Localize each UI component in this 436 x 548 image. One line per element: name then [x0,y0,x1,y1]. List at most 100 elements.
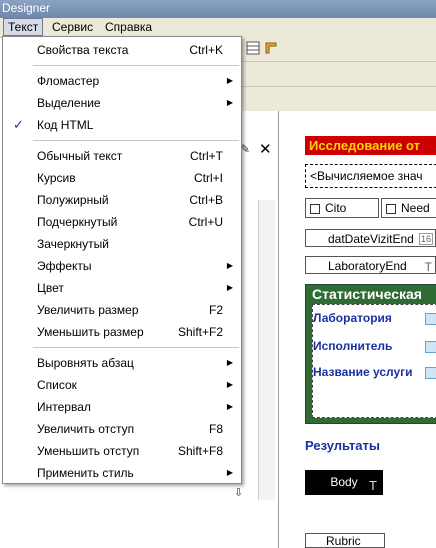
menu-item[interactable]: Увеличить размер F2 [3,299,241,321]
cito-label: Cito [325,201,347,215]
menu-separator [33,140,239,141]
window-title: Designer [2,1,51,15]
stat-field-bar[interactable] [425,367,436,379]
menu-item[interactable]: Свойства текста Ctrl+K [3,39,241,61]
toolbar-row-2 [240,62,436,87]
submenu-arrow-icon: ▶ [226,98,233,107]
rubric-field[interactable]: Rubric [305,533,385,548]
menu-item[interactable]: Курсив Ctrl+I [3,167,241,189]
menu-item[interactable]: Фломастер ▶ [3,70,241,92]
menu-item[interactable]: Увеличить отступ F8 [3,418,241,440]
menu-separator [33,65,239,66]
menu-item[interactable]: Подчеркнутый Ctrl+U [3,211,241,233]
submenu-arrow-icon: ▶ [226,76,233,85]
submenu-arrow-icon: ▶ [226,402,233,411]
body-field-label: Body [330,475,358,489]
menu-help[interactable]: Справка [101,19,156,35]
menu-item[interactable]: Зачеркнутый [3,233,241,255]
expression-field[interactable]: <Вычисляемое знач [305,164,436,188]
text-type-icon: T [369,478,377,493]
menu-item[interactable]: Эффекты ▶ [3,255,241,277]
grid-icon[interactable] [246,41,260,55]
menu-item-shortcut: F8 [208,422,223,436]
menu-service[interactable]: Сервис [48,19,97,35]
menu-item-label: Интервал [37,400,91,414]
menu-item[interactable]: Полужирный Ctrl+B [3,189,241,211]
scroll-down-icon[interactable]: ⇩ [234,486,243,499]
statistics-title: Статистическая [312,286,422,302]
menu-item[interactable]: Применить стиль ▶ [3,462,241,484]
menu-item[interactable]: Выделение ▶ [3,92,241,114]
date-field[interactable]: datDateVizitEnd 16 [305,229,436,247]
menu-item-shortcut: Ctrl+U [188,215,223,229]
menu-item-label: Выделение [37,96,101,110]
menu-separator [33,347,239,348]
menu-item-label: Фломастер [37,74,100,88]
menu-item-label: Свойства текста [37,43,129,57]
menu-item-shortcut: Ctrl+K [189,43,223,57]
menu-item-label: Уменьшить отступ [37,444,140,458]
cito-checkbox[interactable]: Cito [305,198,379,218]
stat-label-executor[interactable]: Исполнитель [313,339,392,353]
body-field[interactable]: Body T [305,470,383,495]
menu-item-shortcut: F2 [208,303,223,317]
results-label[interactable]: Результаты [305,438,380,453]
stat-label-service[interactable]: Название услуги [313,365,413,379]
stat-label-laboratory[interactable]: Лаборатория [313,311,392,325]
menu-item-label: Эффекты [37,259,92,273]
menu-item[interactable]: Цвет ▶ [3,277,241,299]
menu-item[interactable]: Список ▶ [3,374,241,396]
menu-item-label: Уменьшить размер [37,325,144,339]
menu-item-label: Увеличить размер [37,303,139,317]
submenu-arrow-icon: ▶ [226,283,233,292]
submenu-arrow-icon: ▶ [226,261,233,270]
menu-item-label: Выровнять абзац [37,356,134,370]
menu-item-label: Цвет [37,281,64,295]
menu-text[interactable]: Текст [3,18,44,36]
text-menu-dropdown: Свойства текста Ctrl+K Фломастер ▶ Выделение… [2,36,242,484]
need-checkbox[interactable]: Need [381,198,436,218]
left-panel-scrollbar[interactable] [258,200,275,500]
text-type-icon: T [424,260,432,274]
menu-item-shortcut: Shift+F8 [177,444,223,458]
lab-field[interactable]: LaboratoryEnd T [305,256,436,274]
menu-item-label: Полужирный [37,193,109,207]
menu-item[interactable]: Уменьшить размер Shift+F2 [3,321,241,343]
menu-item-label: Обычный текст [37,149,123,163]
need-label: Need [401,201,430,215]
menubar: Текст Сервис Справка [0,18,436,38]
header-band[interactable]: Исследование от [305,136,436,155]
menu-item-shortcut: Shift+F2 [177,325,223,339]
submenu-arrow-icon: ▶ [226,468,233,477]
corner-icon[interactable] [264,41,278,55]
menu-item[interactable]: Обычный текст Ctrl+T [3,145,241,167]
menu-item-label: Список [37,378,77,392]
menu-item-shortcut: Ctrl+T [190,149,223,163]
menu-item[interactable]: ✓ Код HTML [3,114,241,136]
date-type-badge: 16 [418,233,433,245]
stat-field-bar[interactable] [425,341,436,353]
check-mark-icon: ✓ [13,117,24,132]
menu-item-shortcut: Ctrl+I [193,171,223,185]
menu-item-label: Увеличить отступ [37,422,135,436]
menu-item[interactable]: Выровнять абзац ▶ [3,352,241,374]
menu-item-label: Код HTML [37,118,94,132]
submenu-arrow-icon: ▶ [226,358,233,367]
stat-field-bar[interactable] [425,313,436,325]
date-field-label: datDateVizitEnd [328,232,414,246]
menu-item[interactable]: Интервал ▶ [3,396,241,418]
menu-item[interactable]: Уменьшить отступ Shift+F8 [3,440,241,462]
menu-item-shortcut: Ctrl+B [189,193,223,207]
submenu-arrow-icon: ▶ [226,380,233,389]
checkbox-icon [386,203,396,214]
toolbar-row-1 [240,37,436,62]
window-titlebar: Designer [0,0,436,18]
menu-item-label: Применить стиль [37,466,134,480]
lab-field-label: LaboratoryEnd [328,259,407,273]
checkbox-icon [310,203,320,214]
close-icon[interactable]: ✕ [259,140,272,158]
menu-item-label: Курсив [37,171,76,185]
menu-item-label: Зачеркнутый [37,237,109,251]
toolbar-row-3 [240,87,436,112]
menu-item-label: Подчеркнутый [37,215,118,229]
